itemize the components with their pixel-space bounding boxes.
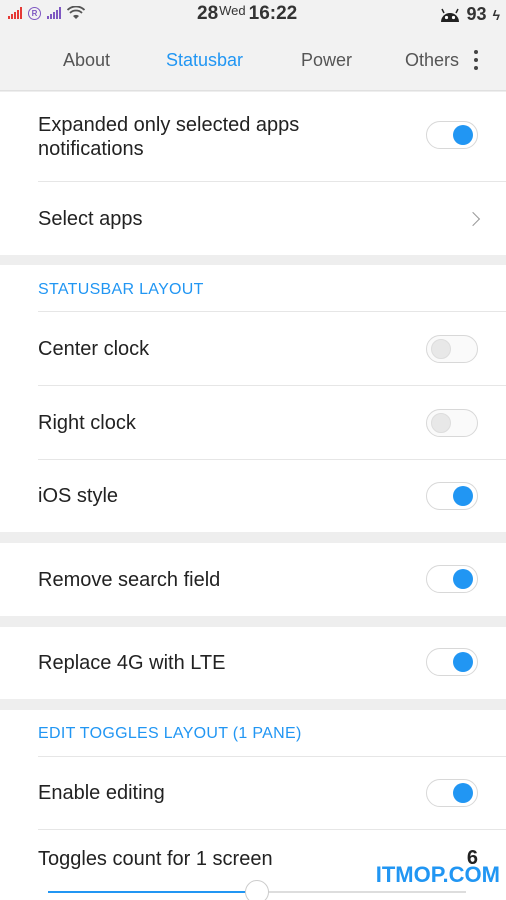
- toggle-knob: [431, 339, 451, 359]
- replace-4g-toggle[interactable]: [426, 648, 478, 676]
- statusbar-layout-section: STATUSBAR LAYOUT Center clock Right cloc…: [0, 265, 506, 532]
- select-apps-label: Select apps: [38, 208, 143, 230]
- section-header-statusbar-layout: STATUSBAR LAYOUT: [38, 281, 204, 298]
- charging-icon: ϟ: [492, 6, 500, 23]
- system-status-bar: R 28 Wed 16:22 93 ϟ: [0, 0, 506, 30]
- status-right-icons: 93 ϟ: [439, 4, 500, 25]
- chevron-right-icon: [465, 211, 481, 227]
- toggle-knob: [453, 125, 473, 145]
- center-clock-toggle[interactable]: [426, 335, 478, 363]
- signal-sim2-icon: [47, 7, 61, 19]
- network-section: Replace 4G with LTE: [0, 627, 506, 699]
- status-date: 28: [197, 3, 219, 24]
- tab-about[interactable]: About: [63, 50, 110, 71]
- status-clock: 28 Wed 16:22: [197, 3, 297, 25]
- notifications-section: Expanded only selected apps notification…: [0, 92, 506, 255]
- toggles-count-slider[interactable]: [48, 880, 466, 900]
- remove-search-row[interactable]: Remove search field: [0, 543, 506, 616]
- remove-search-label: Remove search field: [38, 569, 221, 591]
- toggle-knob: [431, 413, 451, 433]
- enable-editing-row[interactable]: Enable editing: [0, 757, 506, 829]
- center-clock-row[interactable]: Center clock: [0, 312, 506, 385]
- toggle-knob: [453, 486, 473, 506]
- enable-editing-label: Enable editing: [38, 782, 165, 804]
- status-left-icons: R: [8, 6, 85, 20]
- tab-power[interactable]: Power: [301, 50, 352, 71]
- ios-style-toggle[interactable]: [426, 482, 478, 510]
- roaming-icon: R: [28, 6, 41, 20]
- replace-4g-row[interactable]: Replace 4G with LTE: [0, 627, 506, 699]
- signal-sim1-icon: [8, 7, 22, 19]
- center-clock-label: Center clock: [38, 338, 150, 360]
- watermark: ITMOP.COM: [375, 862, 500, 887]
- expanded-notifications-row[interactable]: Expanded only selected apps notification…: [0, 92, 506, 181]
- expanded-notifications-toggle[interactable]: [426, 121, 478, 149]
- status-weekday: Wed: [219, 3, 246, 18]
- tab-bar: About Statusbar Power Others: [0, 30, 506, 91]
- slider-fill: [48, 891, 257, 893]
- toggle-knob: [453, 569, 473, 589]
- toggle-knob: [453, 783, 473, 803]
- toggle-knob: [453, 652, 473, 672]
- android-icon: [440, 8, 459, 22]
- search-section: Remove search field: [0, 543, 506, 616]
- select-apps-row[interactable]: Select apps: [0, 182, 506, 255]
- ios-style-row[interactable]: iOS style: [0, 460, 506, 532]
- tab-others[interactable]: Others: [405, 50, 465, 71]
- tab-statusbar[interactable]: Statusbar: [166, 50, 243, 71]
- right-clock-row[interactable]: Right clock: [0, 386, 506, 459]
- slider-thumb[interactable]: [245, 880, 269, 900]
- right-clock-label: Right clock: [38, 412, 136, 434]
- replace-4g-label: Replace 4G with LTE: [38, 652, 226, 674]
- toggles-count-label: Toggles count for 1 screen: [38, 848, 273, 870]
- overflow-menu-icon[interactable]: [474, 50, 478, 70]
- right-clock-toggle[interactable]: [426, 409, 478, 437]
- remove-search-toggle[interactable]: [426, 565, 478, 593]
- wifi-icon: [67, 6, 85, 19]
- expanded-notifications-label: Expanded only selected apps notification…: [38, 114, 300, 160]
- section-header-edit-toggles: EDIT TOGGLES LAYOUT (1 PANE): [38, 725, 302, 742]
- ios-style-label: iOS style: [38, 485, 119, 507]
- battery-level: 93: [466, 4, 487, 24]
- status-time: 16:22: [248, 3, 298, 24]
- enable-editing-toggle[interactable]: [426, 779, 478, 807]
